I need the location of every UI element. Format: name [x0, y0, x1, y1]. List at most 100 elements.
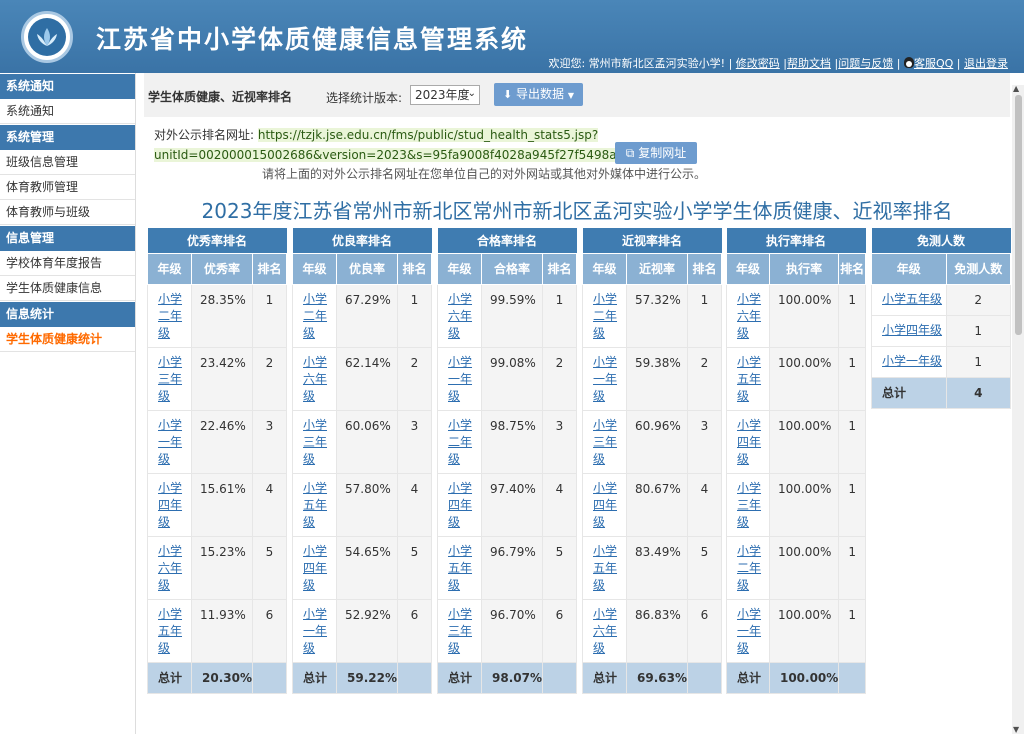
sidebar-heading-info[interactable]: 信息管理	[0, 226, 135, 251]
vertical-scrollbar[interactable]: ▲ ▼	[1012, 84, 1024, 734]
public-url-line1[interactable]: https://tzjk.jse.edu.cn/fms/public/stud_…	[257, 128, 599, 142]
sidebar-item-teacher-class[interactable]: 体育教师与班级	[0, 200, 135, 225]
public-url-line2[interactable]: unitId=002000015002686&version=2023&s=95…	[154, 148, 659, 162]
grade-link[interactable]: 小学一年级	[293, 600, 329, 657]
total-row: 总计 4	[871, 376, 1011, 409]
grade-link[interactable]: 小学一年级	[148, 411, 184, 468]
grade-link[interactable]: 小学二年级	[727, 537, 763, 594]
grade-link[interactable]: 小学五年级	[727, 348, 763, 405]
table-row: 小学五年级 83.49% 5	[582, 535, 723, 600]
column-header: 年级	[292, 252, 337, 285]
rate-cell: 54.65%	[336, 535, 398, 600]
grade-link[interactable]: 小学五年级	[148, 600, 184, 657]
grade-link[interactable]: 小学三年级	[583, 411, 619, 468]
rank-cell: 6	[686, 598, 723, 663]
sidebar-heading-stats[interactable]: 信息统计	[0, 302, 135, 327]
rate-cell: 99.59%	[481, 283, 543, 348]
main-content: 学生体质健康、近视率排名 选择统计版本: 2023年度 ⌄ ⬇ 导出数据 ▼ 对…	[144, 73, 1011, 734]
grade-link[interactable]: 小学一年级	[583, 348, 619, 405]
app-header: 江苏省中小学体质健康信息管理系统 欢迎您: 常州市新北区孟河实验小学! | 修改…	[0, 0, 1024, 73]
table-row: 小学一年级 59.38% 2	[582, 346, 723, 411]
grade-link[interactable]: 小学三年级	[148, 348, 184, 405]
grade-link[interactable]: 小学四年级	[727, 411, 763, 468]
copy-url-button[interactable]: ⧉ 复制网址	[615, 142, 697, 164]
welcome-text: 欢迎您: 常州市新北区孟河实验小学! |	[548, 57, 733, 70]
grade-link[interactable]: 小学二年级	[148, 285, 184, 342]
total-value	[838, 661, 866, 694]
feedback-link[interactable]: 问题与反馈	[838, 57, 893, 70]
sidebar-item-class-management[interactable]: 班级信息管理	[0, 150, 135, 175]
rank-cell: 1	[396, 283, 433, 348]
version-select[interactable]: 2023年度 ⌄	[410, 85, 480, 105]
change-password-link[interactable]: 修改密码	[736, 57, 780, 70]
sidebar-item-notice[interactable]: 系统通知	[0, 99, 135, 124]
column-header: 合格率	[481, 252, 543, 285]
grade-link[interactable]: 小学六年级	[438, 285, 474, 342]
grade-link[interactable]: 小学四年级	[148, 474, 184, 531]
grade-link[interactable]: 小学四年级	[293, 537, 329, 594]
grade-link[interactable]: 小学三年级	[727, 474, 763, 531]
total-label: 总计	[292, 661, 337, 694]
rank-cell: 2	[541, 346, 578, 411]
total-label: 总计	[582, 661, 627, 694]
column-header: 执行率	[768, 252, 840, 285]
rate-cell: 80.67%	[626, 472, 688, 537]
table-row: 小学三年级 60.06% 3	[292, 409, 433, 474]
rate-cell: 57.80%	[336, 472, 398, 537]
sidebar-item-teacher-management[interactable]: 体育教师管理	[0, 175, 135, 200]
rank-cell: 2	[396, 346, 433, 411]
rank-cell: 1	[838, 409, 866, 474]
sidebar-item-student-health-info[interactable]: 学生体质健康信息	[0, 276, 135, 301]
grade-link[interactable]: 小学五年级	[872, 291, 946, 308]
grade-link[interactable]: 小学四年级	[583, 474, 619, 531]
export-data-button[interactable]: ⬇ 导出数据 ▼	[494, 83, 583, 106]
sidebar-item-health-stats[interactable]: 学生体质健康统计	[0, 327, 135, 352]
grade-link[interactable]: 小学一年级	[872, 353, 946, 370]
grade-link[interactable]: 小学五年级	[293, 474, 329, 531]
rate-cell: 15.61%	[191, 472, 253, 537]
sidebar-heading-notice[interactable]: 系统通知	[0, 74, 135, 99]
grade-link[interactable]: 小学六年级	[727, 285, 763, 342]
sidebar-item-annual-report[interactable]: 学校体育年度报告	[0, 251, 135, 276]
grade-link[interactable]: 小学三年级	[293, 411, 329, 468]
grade-link[interactable]: 小学一年级	[727, 600, 763, 657]
column-header: 近视率	[626, 252, 688, 285]
grade-link[interactable]: 小学五年级	[583, 537, 619, 594]
sidebar-heading-system[interactable]: 系统管理	[0, 125, 135, 150]
ranking-table: 执行率排名 年级 执行率 排名 小学六年级 100.00% 1 小学五年级 100.00% 1 小学…	[726, 228, 866, 694]
rate-cell: 60.06%	[336, 409, 398, 474]
column-header: 排名	[396, 252, 433, 285]
column-header: 免测人数	[945, 252, 1011, 285]
grade-link[interactable]: 小学六年级	[293, 348, 329, 405]
grade-link[interactable]: 小学四年级	[438, 474, 474, 531]
column-header: 排名	[541, 252, 578, 285]
grade-link[interactable]: 小学四年级	[872, 322, 946, 339]
rate-cell: 100.00%	[768, 472, 840, 537]
grade-link[interactable]: 小学二年级	[293, 285, 329, 342]
logout-link[interactable]: 退出登录	[964, 57, 1008, 70]
grade-link[interactable]: 小学一年级	[438, 348, 474, 405]
grade-link[interactable]: 小学六年级	[148, 537, 184, 594]
rank-cell: 6	[541, 598, 578, 663]
rank-cell: 5	[541, 535, 578, 600]
table-row: 小学四年级 54.65% 5	[292, 535, 433, 600]
scroll-up-icon[interactable]: ▲	[1013, 84, 1019, 93]
grade-link[interactable]: 小学六年级	[583, 600, 619, 657]
system-title: 江苏省中小学体质健康信息管理系统	[96, 25, 529, 54]
rank-cell: 1	[838, 598, 866, 663]
scrollbar-thumb[interactable]	[1015, 95, 1022, 335]
grade-link[interactable]: 小学二年级	[438, 411, 474, 468]
scroll-down-icon[interactable]: ▼	[1013, 725, 1019, 734]
grade-link[interactable]: 小学二年级	[583, 285, 619, 342]
table-row: 小学二年级 98.75% 3	[437, 409, 578, 474]
table-row: 小学四年级 97.40% 4	[437, 472, 578, 537]
rate-cell: 67.29%	[336, 283, 398, 348]
grade-link[interactable]: 小学五年级	[438, 537, 474, 594]
qq-support-link[interactable]: 客服QQ	[914, 57, 953, 70]
help-doc-link[interactable]: 帮助文档	[787, 57, 831, 70]
rank-cell: 1	[838, 472, 866, 537]
copy-url-label: 复制网址	[638, 146, 687, 160]
grade-link[interactable]: 小学三年级	[438, 600, 474, 657]
column-header: 年级	[582, 252, 627, 285]
page-title: 学生体质健康、近视率排名	[148, 90, 293, 104]
